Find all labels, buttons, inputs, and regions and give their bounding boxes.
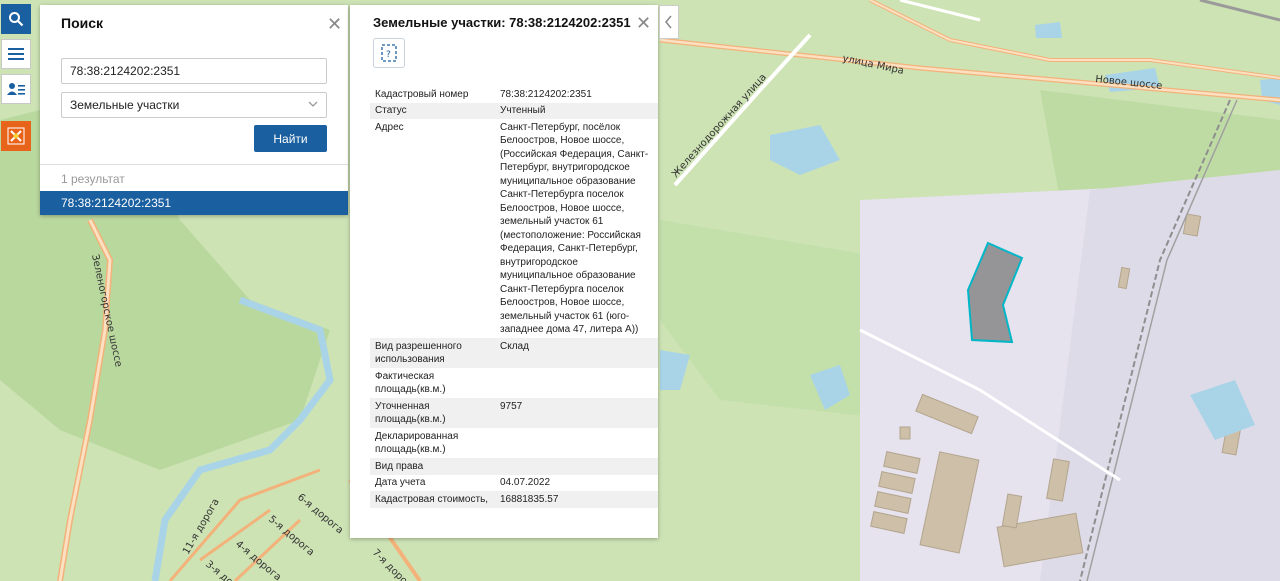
svg-text:?: ? — [386, 50, 391, 60]
table-row: Фактическая площадь(кв.м.) — [375, 370, 446, 396]
menu-button[interactable] — [1, 39, 31, 69]
user-list-icon — [7, 83, 25, 95]
table-row: Уточненная площадь(кв.м.) 9757 — [370, 398, 658, 428]
collapse-panel-button[interactable] — [659, 5, 679, 39]
user-list-button[interactable] — [1, 74, 31, 104]
property-table: Кадастровый номер 78:38:2124202:2351 Ста… — [370, 86, 658, 508]
close-icon[interactable]: ✕ — [636, 14, 651, 32]
search-result-item[interactable]: 78:38:2124202:2351 — [40, 191, 348, 215]
table-row: Вид разрешенного использования Склад — [370, 338, 658, 368]
find-button[interactable]: Найти — [254, 125, 327, 152]
close-icon[interactable]: ✕ — [327, 15, 342, 33]
parcel-boundary-icon: ? — [381, 44, 397, 62]
table-row: Адрес Санкт-Петербург, посёлок Белоостро… — [375, 121, 649, 336]
table-row: Вид права — [370, 458, 658, 475]
detail-panel-title: Земельные участки: 78:38:2124202:2351 — [373, 15, 631, 30]
table-row: Декларированная площадь(кв.м.) — [375, 430, 459, 456]
menu-icon — [8, 48, 24, 60]
search-tool-button[interactable] — [1, 4, 31, 34]
table-row: Кадастровая стоимость, 16881835.57 — [370, 491, 658, 508]
search-panel: Поиск ✕ 78:38:2124202:2351 Земельные уча… — [40, 5, 348, 215]
search-panel-title: Поиск — [61, 15, 104, 31]
search-icon — [9, 12, 24, 27]
layer-select-value: Земельные участки — [70, 98, 180, 112]
left-toolbar — [0, 0, 32, 151]
spb-emblem-icon — [7, 127, 25, 145]
table-row: Статус Учтенный — [370, 102, 658, 119]
layer-select[interactable]: Земельные участки — [61, 92, 327, 118]
chevron-down-icon — [308, 101, 318, 107]
table-row: Кадастровый номер 78:38:2124202:2351 — [375, 88, 592, 100]
cadastral-search-input[interactable]: 78:38:2124202:2351 — [61, 58, 327, 84]
divider — [40, 164, 348, 165]
result-count: 1 результат — [61, 172, 125, 186]
table-row: Дата учета 04.07.2022 — [375, 477, 551, 488]
emblem-button[interactable] — [1, 121, 31, 151]
chevron-left-icon — [665, 15, 672, 29]
parcel-detail-panel: Земельные участки: 78:38:2124202:2351 ✕ … — [350, 5, 658, 538]
zoom-to-parcel-button[interactable]: ? — [373, 38, 405, 68]
